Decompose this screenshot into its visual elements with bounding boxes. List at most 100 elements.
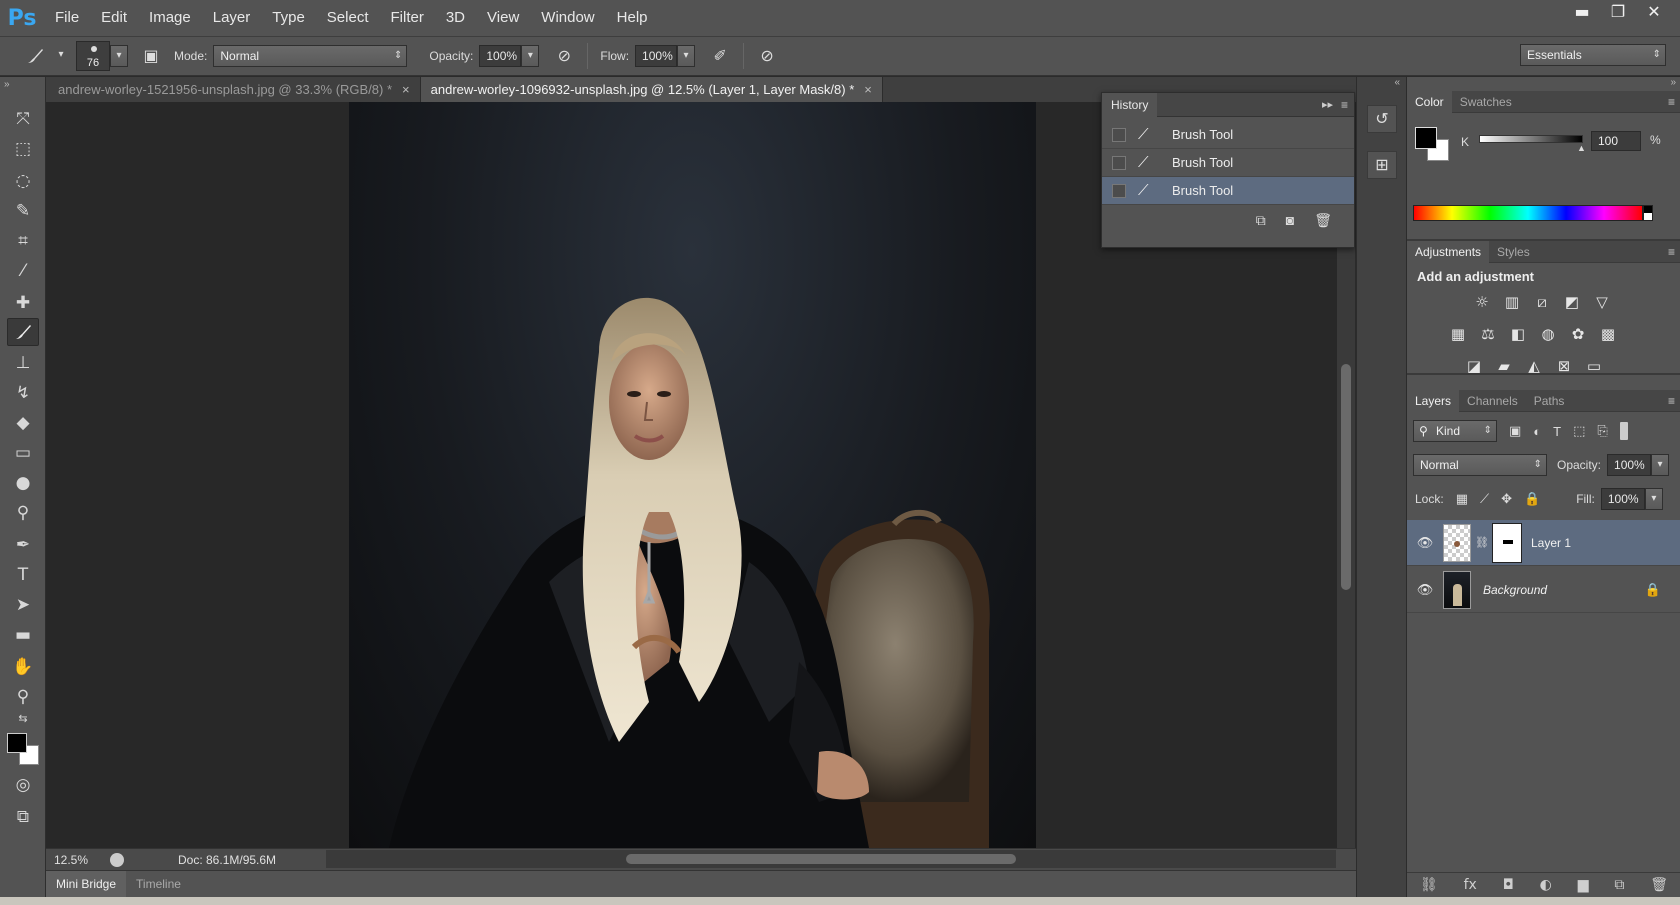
layer-thumbnail[interactable]	[1443, 523, 1471, 562]
menu-select[interactable]: Select	[316, 0, 380, 36]
history-panel-icon[interactable]: ↺	[1367, 105, 1397, 133]
expand-panel-icon[interactable]: ▸▸	[1322, 98, 1333, 111]
trash-icon[interactable]: 🗑	[1650, 877, 1668, 893]
fill-dropdown[interactable]: ▾	[1644, 488, 1663, 510]
crop-tool-icon[interactable]: ⌗	[7, 227, 39, 255]
status-info-icon[interactable]	[110, 852, 124, 867]
trash-icon[interactable]: 🗑	[1314, 212, 1332, 229]
menu-help[interactable]: Help	[606, 0, 659, 36]
levels-icon[interactable]: ▥	[1501, 291, 1523, 313]
filter-smart-objects-icon[interactable]: ⎘	[1597, 423, 1607, 439]
history-item[interactable]: ⟋ Brush Tool	[1102, 149, 1354, 177]
flow-dropdown[interactable]: ▾	[677, 45, 696, 67]
add-mask-icon[interactable]: ◘	[1503, 877, 1514, 893]
slider-thumb-icon[interactable]: ▲	[1577, 143, 1586, 153]
close-tab-icon[interactable]: ×	[864, 82, 872, 97]
clone-stamp-tool-icon[interactable]: ⊥	[7, 349, 39, 377]
swap-colors-icon[interactable]: ⇆	[7, 709, 39, 727]
fill-input[interactable]: 100%	[1600, 488, 1645, 510]
filter-adjustment-layers-icon[interactable]: ◐	[1533, 424, 1541, 439]
flow-input[interactable]: 100%	[635, 45, 678, 67]
invert-icon[interactable]: ◪	[1463, 355, 1485, 377]
panel-menu-icon[interactable]: ≡	[1668, 241, 1675, 263]
collapse-panels-icon[interactable]: «	[1394, 77, 1400, 88]
menu-edit[interactable]: Edit	[90, 0, 138, 36]
photo-filter-icon[interactable]: ◍	[1537, 323, 1559, 345]
screen-mode-icon[interactable]: ⧉	[7, 803, 39, 831]
history-item-current[interactable]: ⟋ Brush Tool	[1102, 177, 1354, 205]
k-channel-input[interactable]: 100	[1591, 131, 1641, 151]
quick-select-tool-icon[interactable]: ✎	[7, 197, 39, 225]
layer-name[interactable]: Layer 1	[1531, 536, 1571, 550]
filter-toggle-icon[interactable]	[1619, 422, 1628, 440]
menu-view[interactable]: View	[476, 0, 530, 36]
eraser-tool-icon[interactable]: ◆	[7, 409, 39, 437]
blur-tool-icon[interactable]: ●	[7, 469, 39, 497]
eyedropper-tool-icon[interactable]: ⁄	[7, 257, 39, 285]
black-white-icon[interactable]: ◧	[1507, 323, 1529, 345]
close-window-button[interactable]: ✕	[1636, 0, 1672, 24]
curves-icon[interactable]: ⧄	[1531, 291, 1553, 313]
tab-swatches[interactable]: Swatches	[1452, 91, 1520, 113]
vibrance-icon[interactable]: ▽	[1591, 291, 1613, 313]
brush-tool-icon[interactable]	[7, 318, 39, 346]
new-adjustment-layer-icon[interactable]: ◐	[1540, 877, 1552, 893]
collapse-tools-icon[interactable]: »	[4, 79, 10, 90]
zoom-level[interactable]: 12.5%	[54, 853, 100, 867]
lock-transparent-icon[interactable]: ▦	[1456, 491, 1468, 507]
layer-filter-kind-select[interactable]: ⚲ Kind	[1413, 420, 1497, 442]
history-snapshot-checkbox[interactable]	[1112, 183, 1126, 198]
horizontal-scroll-thumb[interactable]	[626, 854, 1016, 864]
minimize-button[interactable]: ▬	[1564, 0, 1600, 24]
document-tab-2[interactable]: andrew-worley-1096932-unsplash.jpg @ 12.…	[420, 77, 883, 102]
visibility-eye-icon[interactable]: 👁	[1407, 582, 1443, 598]
menu-window[interactable]: Window	[530, 0, 605, 36]
tool-preset-dropdown[interactable]: ▾	[52, 45, 70, 67]
menu-layer[interactable]: Layer	[202, 0, 262, 36]
history-snapshot-checkbox[interactable]	[1112, 155, 1126, 170]
filter-shape-layers-icon[interactable]: ⬚	[1573, 423, 1585, 439]
panel-menu-icon[interactable]: ≡	[1668, 390, 1675, 412]
channel-mixer-icon[interactable]: ✿	[1567, 323, 1589, 345]
tab-paths[interactable]: Paths	[1526, 390, 1573, 412]
mode-select[interactable]: Normal	[213, 45, 408, 67]
visibility-eye-icon[interactable]: 👁	[1407, 535, 1443, 551]
color-spectrum-bar[interactable]	[1413, 205, 1643, 221]
tab-history[interactable]: History	[1102, 92, 1158, 117]
mask-link-icon[interactable]: ⛓	[1475, 536, 1489, 549]
filter-type-layers-icon[interactable]: T	[1553, 424, 1561, 439]
gradient-map-icon[interactable]: ▭	[1583, 355, 1605, 377]
lock-position-icon[interactable]: ✥	[1501, 491, 1512, 507]
tab-styles[interactable]: Styles	[1489, 241, 1538, 263]
foreground-color-swatch[interactable]	[1415, 127, 1437, 149]
properties-panel-icon[interactable]: ⊞	[1367, 151, 1397, 179]
new-document-from-state-icon[interactable]: ⧉	[1256, 212, 1266, 229]
layer-mask-thumbnail[interactable]	[1492, 523, 1521, 562]
brush-size-picker[interactable]: 76	[76, 41, 110, 71]
opacity-input[interactable]: 100%	[479, 45, 522, 67]
document-tab-1[interactable]: andrew-worley-1521956-unsplash.jpg @ 33.…	[46, 77, 421, 102]
filter-pixel-layers-icon[interactable]: ▣	[1509, 423, 1521, 439]
document-photo[interactable]	[349, 102, 1036, 848]
path-select-tool-icon[interactable]: ➤	[7, 591, 39, 619]
horizontal-scrollbar[interactable]	[326, 850, 1336, 868]
menu-filter[interactable]: Filter	[380, 0, 435, 36]
tab-channels[interactable]: Channels	[1459, 390, 1526, 412]
layer-style-fx-icon[interactable]: fx	[1464, 877, 1477, 893]
new-layer-icon[interactable]: ⧉	[1614, 877, 1624, 893]
collapse-panels-icon[interactable]: »	[1670, 77, 1676, 88]
marquee-tool-icon[interactable]: ⬚	[7, 135, 39, 163]
opacity-dropdown[interactable]: ▾	[521, 45, 540, 67]
menu-type[interactable]: Type	[261, 0, 316, 36]
move-tool-icon[interactable]: ⤧	[7, 105, 39, 133]
threshold-icon[interactable]: ◭	[1523, 355, 1545, 377]
color-lookup-icon[interactable]: ▩	[1597, 323, 1619, 345]
foreground-color-swatch[interactable]	[7, 733, 27, 753]
new-group-icon[interactable]: ▆	[1578, 877, 1589, 893]
dodge-tool-icon[interactable]: ⚲	[7, 499, 39, 527]
k-channel-slider[interactable]	[1479, 135, 1583, 143]
airbrush-icon[interactable]: ✐	[707, 43, 733, 69]
exposure-icon[interactable]: ◩	[1561, 291, 1583, 313]
tab-color[interactable]: Color	[1407, 90, 1452, 113]
brush-panel-toggle-icon[interactable]: ▣	[138, 43, 164, 69]
